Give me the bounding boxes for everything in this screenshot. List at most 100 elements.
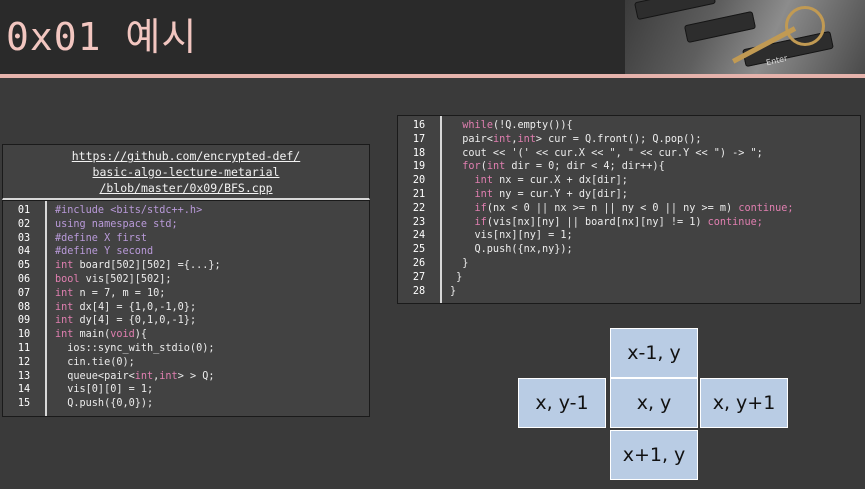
code-line: 13 queue<pair<int,int> > Q;	[3, 370, 369, 384]
grid-cell-center: x, y	[610, 378, 698, 428]
code-line: 18 cout << '(' << cur.X << ", " << cur.Y…	[398, 147, 860, 161]
keyboard-key-photo: Enter	[625, 0, 865, 74]
code-text: if(nx < 0 || nx >= n || ny < 0 || ny >= …	[474, 202, 794, 214]
source-link-box: https://github.com/encrypted-def/ basic-…	[2, 144, 370, 200]
code-line: 26 }	[398, 257, 860, 271]
grid-cell-top: x-1, y	[610, 328, 698, 378]
slide-header: 0x01 예시 Enter	[0, 0, 865, 74]
code-line: 25 Q.push({nx,ny});	[398, 243, 860, 257]
line-number: 15	[17, 398, 31, 410]
line-number: 07	[17, 287, 31, 299]
line-number: 08	[17, 301, 31, 313]
code-line: 27 }	[398, 271, 860, 285]
code-text: }	[450, 285, 457, 297]
keyboard-key-icon	[683, 10, 757, 44]
code-text: int ny = cur.Y + dy[dir];	[474, 189, 628, 200]
code-text: Q.push({0,0});	[55, 398, 154, 410]
keyboard-key-icon	[634, 0, 716, 21]
code-line: 15 Q.push({0,0});	[3, 397, 369, 411]
line-number: 26	[412, 258, 426, 269]
code-line: 04 #define Y second	[3, 245, 369, 259]
source-link-line[interactable]: https://github.com/encrypted-def/	[3, 148, 369, 164]
line-number: 24	[412, 230, 426, 242]
code-text: #define X first	[55, 232, 148, 244]
grid-cell-bottom: x+1, y	[610, 430, 698, 480]
code-line: 16 while(!Q.empty()){	[398, 119, 860, 133]
code-text: pair<int,int> cur = Q.front(); Q.pop();	[450, 133, 702, 145]
line-number: 01	[17, 205, 31, 216]
line-number: 20	[412, 175, 426, 187]
line-number: 10	[17, 329, 31, 341]
code-line: 01 #include <bits/stdc++.h>	[3, 204, 369, 218]
code-line: 17 pair<int,int> cur = Q.front(); Q.pop(…	[398, 133, 860, 147]
code-line: 22 if(nx < 0 || nx >= n || ny < 0 || ny …	[398, 202, 860, 216]
line-number: 05	[17, 260, 31, 272]
slide-title: 0x01 예시	[6, 15, 198, 59]
line-number: 12	[17, 356, 31, 368]
code-text: queue<pair<int,int> > Q;	[55, 370, 215, 382]
code-text: int board[502][502] ={...};	[55, 260, 221, 272]
code-line: 08 int dx[4] = {1,0,-1,0};	[3, 301, 369, 315]
code-line: 07 int n = 7, m = 10;	[3, 287, 369, 301]
line-number: 04	[17, 246, 31, 258]
line-number: 25	[412, 244, 426, 256]
source-link-line[interactable]: /blob/master/0x09/BFS.cpp	[3, 180, 369, 196]
code-block-right: 16 while(!Q.empty()){17 pair<int,int> cu…	[397, 115, 861, 304]
code-block-left: 01 #include <bits/stdc++.h> 02 using namesp…	[2, 200, 370, 417]
code-text: using namespace std;	[55, 218, 178, 230]
key-ring-icon	[785, 6, 825, 46]
code-line: 03 #define X first	[3, 232, 369, 246]
code-text: cout << '(' << cur.X << ", " << cur.Y <<…	[450, 147, 763, 159]
code-line: 12 cin.tie(0);	[3, 356, 369, 370]
line-number: 11	[17, 343, 31, 354]
code-text: int main(void){	[55, 329, 148, 341]
code-line: 09 int dy[4] = {0,1,0,-1};	[3, 314, 369, 328]
code-line: 28}	[398, 285, 860, 299]
code-line: 19 for(int dir = 0; dir < 4; dir++){	[398, 160, 860, 174]
code-line: 24 vis[nx][ny] = 1;	[398, 229, 860, 243]
code-line: 10 int main(void){	[3, 328, 369, 342]
code-text: }	[450, 258, 469, 269]
line-number: 21	[412, 189, 426, 200]
line-number: 06	[17, 274, 31, 285]
code-text: while(!Q.empty()){	[462, 120, 573, 131]
code-text: }	[450, 271, 463, 283]
code-text: int n = 7, m = 10;	[55, 287, 166, 299]
line-number: 27	[412, 271, 426, 283]
code-text: cin.tie(0);	[55, 356, 135, 368]
line-number: 16	[412, 120, 426, 131]
code-text: vis[nx][ny] = 1;	[450, 230, 573, 242]
line-number: 28	[412, 285, 426, 297]
code-text: ios::sync_with_stdio(0);	[55, 343, 215, 354]
code-text: vis[0][0] = 1;	[55, 384, 154, 396]
code-line: 21 int ny = cur.Y + dy[dir];	[398, 188, 860, 202]
code-text: int dy[4] = {0,1,0,-1};	[55, 315, 197, 327]
line-number: 09	[17, 315, 31, 327]
line-number: 22	[412, 202, 426, 214]
line-number: 03	[17, 232, 31, 244]
line-number: 23	[412, 216, 426, 228]
code-text: #include <bits/stdc++.h>	[55, 205, 203, 216]
line-number: 02	[17, 218, 31, 230]
code-line: 23 if(vis[nx][ny] || board[nx][ny] != 1)…	[398, 216, 860, 230]
source-link-line[interactable]: basic-algo-lecture-metarial	[3, 164, 369, 180]
line-number: 17	[412, 133, 426, 145]
code-text: if(vis[nx][ny] || board[nx][ny] != 1) co…	[474, 216, 763, 228]
grid-cell-left: x, y-1	[518, 378, 606, 428]
code-text: int nx = cur.X + dx[dir];	[474, 175, 628, 187]
code-text: bool vis[502][502];	[55, 274, 172, 285]
code-line: 20 int nx = cur.X + dx[dir];	[398, 174, 860, 188]
code-line: 14 vis[0][0] = 1;	[3, 383, 369, 397]
code-line: 06 bool vis[502][502];	[3, 273, 369, 287]
grid-cell-right: x, y+1	[700, 378, 788, 428]
code-text: Q.push({nx,ny});	[450, 244, 573, 256]
code-text: int dx[4] = {1,0,-1,0};	[55, 301, 197, 313]
header-divider	[0, 74, 865, 78]
line-number: 13	[17, 370, 31, 382]
code-line: 02 using namespace std;	[3, 218, 369, 232]
line-number: 14	[17, 384, 31, 396]
line-number: 18	[412, 147, 426, 159]
code-line: 05 int board[502][502] ={...};	[3, 259, 369, 273]
code-text: for(int dir = 0; dir < 4; dir++){	[462, 161, 665, 173]
code-line: 11 ios::sync_with_stdio(0);	[3, 342, 369, 356]
